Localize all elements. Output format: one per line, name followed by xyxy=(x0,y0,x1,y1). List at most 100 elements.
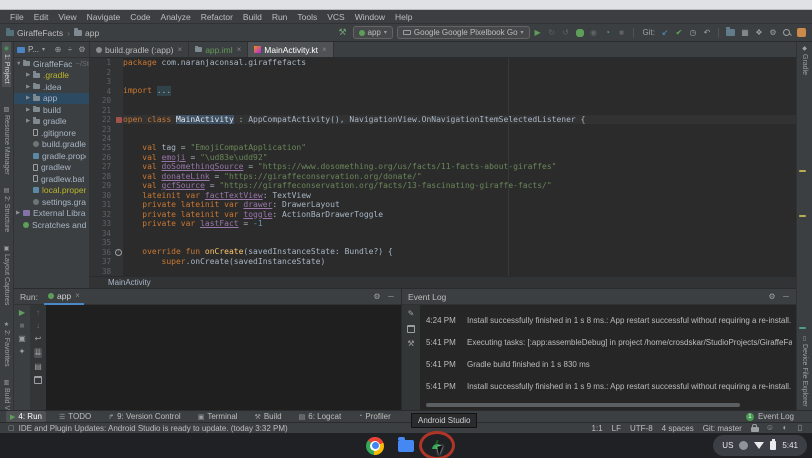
minimize-icon[interactable]: ─ xyxy=(387,293,395,301)
project-view-selector[interactable]: P... xyxy=(28,45,39,54)
expand-arrow-icon[interactable]: ▶ xyxy=(16,210,23,216)
up-stack-trace-icon[interactable]: ↑ xyxy=(34,309,42,317)
chrome-browser-icon[interactable] xyxy=(366,437,384,455)
tree-item[interactable]: local.properties xyxy=(14,185,89,197)
filter-icon[interactable]: ✎ xyxy=(407,310,415,318)
breadcrumb-project[interactable]: GiraffeFacts xyxy=(17,28,63,38)
device-manager-button[interactable]: ▦ xyxy=(741,29,749,37)
memory-indicator-icon[interactable]: ▯ xyxy=(796,424,804,432)
menu-item[interactable]: File xyxy=(5,12,29,22)
clear-log-icon[interactable] xyxy=(407,325,415,333)
run-tab-app[interactable]: app × xyxy=(44,289,84,305)
files-app-icon[interactable] xyxy=(398,440,414,452)
menu-item[interactable]: Navigate xyxy=(82,12,126,22)
tree-item[interactable]: ▶ app xyxy=(14,93,89,105)
down-stack-trace-icon[interactable]: ↓ xyxy=(34,322,42,330)
expand-arrow-icon[interactable]: ▶ xyxy=(26,84,33,90)
tree-item[interactable]: .gitignore xyxy=(14,127,89,139)
expand-arrow-icon[interactable]: ▶ xyxy=(26,107,33,113)
search-everywhere-button[interactable] xyxy=(783,29,791,37)
editor-tab[interactable]: build.gradle (:app) × xyxy=(90,42,189,57)
run-button[interactable]: ▶ xyxy=(534,29,542,37)
scroll-to-end-icon[interactable]: ⇊ xyxy=(34,348,43,358)
run-panel-settings-icon[interactable]: ⚙ xyxy=(373,293,381,301)
profile-avatar[interactable] xyxy=(797,28,806,37)
event-log-entries[interactable]: 4:24 PM Install successfully finished in… xyxy=(420,305,796,410)
status-segment[interactable]: 4 spaces xyxy=(662,424,694,433)
system-tray[interactable]: US 5:41 xyxy=(713,435,807,456)
breadcrumb-module[interactable]: app xyxy=(85,28,99,38)
apply-changes-button[interactable]: ↻ xyxy=(548,29,556,37)
build-hammer-icon[interactable]: ⚒ xyxy=(338,27,346,38)
tool-window-button[interactable]: ☰ TODO xyxy=(55,411,95,422)
expand-arrow-icon[interactable]: ▶ xyxy=(26,95,33,101)
tree-item[interactable]: build.gradle xyxy=(14,139,89,151)
menu-item[interactable]: Window xyxy=(350,12,390,22)
tool-window-stripe-gradle[interactable]: ◆ Gradle xyxy=(800,42,809,78)
tree-item[interactable]: gradle.properties xyxy=(14,150,89,162)
sdk-manager-button[interactable]: ⚙ xyxy=(769,29,777,37)
menu-item[interactable]: VCS xyxy=(322,12,349,22)
menu-item[interactable]: Help xyxy=(390,12,417,22)
tool-window-stripe-button[interactable]: ▨ Resource Manager xyxy=(2,103,11,178)
project-structure-button[interactable] xyxy=(726,29,735,36)
close-tab-icon[interactable]: × xyxy=(237,45,242,54)
tool-window-stripe-button[interactable]: ▥ Build Variants xyxy=(2,376,11,410)
status-segment[interactable]: Git: master xyxy=(703,424,742,433)
avd-manager-button[interactable]: ❖ xyxy=(755,29,763,37)
locate-file-icon[interactable]: ⊕ xyxy=(54,46,62,54)
device-select[interactable]: Google Google Pixelbook Go ▾ xyxy=(397,26,530,39)
status-segment[interactable]: LF xyxy=(612,424,621,433)
rerun-icon[interactable]: ▶ xyxy=(18,309,26,317)
log-settings-icon[interactable]: ⚒ xyxy=(407,340,415,348)
status-segment[interactable]: UTF-8 xyxy=(630,424,653,433)
highlighting-level-icon[interactable]: ☺ xyxy=(766,424,774,432)
tool-window-button[interactable]: ▶ 4: Run xyxy=(6,411,46,422)
apply-code-changes-button[interactable]: ↺ xyxy=(562,29,570,37)
menu-item[interactable]: View xyxy=(53,12,81,22)
tool-window-button[interactable]: ▣ Terminal xyxy=(194,411,242,422)
editor-tab[interactable]: MainActivity.kt × xyxy=(248,42,333,57)
print-icon[interactable]: ▤ xyxy=(34,363,42,371)
menu-item[interactable]: Analyze xyxy=(156,12,196,22)
tree-item[interactable]: ▶ gradle xyxy=(14,116,89,128)
tree-item[interactable]: settings.gradle xyxy=(14,196,89,208)
update-project-button[interactable]: ↙ xyxy=(661,29,669,37)
menu-item[interactable]: Build xyxy=(238,12,267,22)
notification-window-icon[interactable]: ▢ xyxy=(8,424,15,432)
code-editor[interactable]: 1 package com.naranjaconsal.giraffefacts… xyxy=(90,58,796,276)
commit-button[interactable]: ✔ xyxy=(675,29,683,37)
restore-layout-icon[interactable]: ▣ xyxy=(18,335,26,343)
write-access-lock-icon[interactable] xyxy=(751,427,759,432)
profile-button[interactable]: ◔ xyxy=(604,29,612,37)
run-console-output[interactable] xyxy=(46,305,401,410)
event-log-settings-icon[interactable]: ⚙ xyxy=(768,293,776,301)
minimize-icon[interactable]: ─ xyxy=(782,293,790,301)
inspections-icon[interactable]: ◐ xyxy=(781,424,789,432)
tool-window-button[interactable]: ◔ Profiler xyxy=(354,411,395,422)
history-button[interactable]: ◷ xyxy=(689,29,697,37)
attach-debugger-button[interactable]: ◉ xyxy=(590,29,598,37)
expand-arrow-icon[interactable]: ▶ xyxy=(26,72,33,78)
debug-button[interactable] xyxy=(576,29,584,37)
editor-area[interactable]: build.gradle (:app) × app.iml × MainActi… xyxy=(90,42,796,288)
menu-item[interactable]: Tools xyxy=(292,12,322,22)
collapse-all-icon[interactable]: ÷ xyxy=(66,46,74,54)
expand-arrow-icon[interactable]: ▶ xyxy=(26,118,33,124)
menu-item[interactable]: Edit xyxy=(29,12,54,22)
close-tab-icon[interactable]: × xyxy=(178,45,183,54)
status-segment[interactable]: 1:1 xyxy=(592,424,603,433)
panel-settings-icon[interactable]: ⚙ xyxy=(78,46,86,54)
status-message[interactable]: IDE and Plugin Updates: Android Studio i… xyxy=(19,424,288,433)
stop-icon[interactable]: ■ xyxy=(18,322,26,330)
stop-button[interactable]: ■ xyxy=(618,29,626,37)
editor-tab[interactable]: app.iml × xyxy=(189,42,248,57)
editor-breadcrumb[interactable]: MainActivity xyxy=(90,276,796,288)
expand-arrow-icon[interactable]: ▼ xyxy=(16,61,23,67)
tree-item[interactable]: ▶ External Libraries xyxy=(14,208,89,220)
event-log-notification[interactable]: 1 Event Log xyxy=(746,412,794,421)
pin-tab-icon[interactable]: ✦ xyxy=(18,348,26,356)
tool-window-button[interactable]: ↱ 9: Version Control xyxy=(104,411,184,422)
tree-item[interactable]: ▶ build xyxy=(14,104,89,116)
soft-wrap-icon[interactable]: ↩ xyxy=(34,335,42,343)
